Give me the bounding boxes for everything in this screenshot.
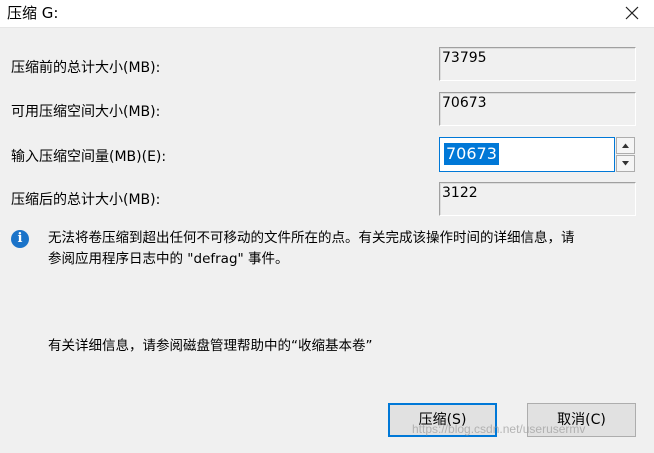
title-bar: 压缩 G: <box>0 0 654 28</box>
total-after-value: 3122 <box>442 185 478 201</box>
shrink-amount-input[interactable]: 70673 <box>439 137 615 172</box>
dialog-title: 压缩 G: <box>7 4 59 22</box>
caret-up-icon <box>622 143 629 148</box>
available-value-box: 70673 <box>439 92 636 126</box>
shrink-dialog: 压缩 G: 压缩前的总计大小(MB): 73795 可用压缩空间大小(MB): … <box>0 0 654 453</box>
shrink-amount-spinner[interactable]: 70673 <box>439 137 636 172</box>
close-button[interactable] <box>618 0 646 26</box>
available-label: 可用压缩空间大小(MB): <box>11 104 161 120</box>
available-value: 70673 <box>442 95 487 111</box>
total-after-value-box: 3122 <box>439 182 636 216</box>
info-message: 无法将卷压缩到超出任何不可移动的文件所在的点。有关完成该操作时间的详细信息，请 … <box>48 228 648 270</box>
total-before-value: 73795 <box>442 50 487 66</box>
info-line-1: 无法将卷压缩到超出任何不可移动的文件所在的点。有关完成该操作时间的详细信息，请 <box>48 230 575 246</box>
watermark: https://blog.csdn.net/userusermv <box>412 422 586 436</box>
total-after-label: 压缩后的总计大小(MB): <box>11 192 161 208</box>
spin-down-button[interactable] <box>616 155 635 172</box>
info-line-2: 参阅应用程序日志中的 "defrag" 事件。 <box>48 251 289 267</box>
caret-down-icon <box>622 161 629 166</box>
total-before-value-box: 73795 <box>439 47 636 81</box>
shrink-amount-value[interactable]: 70673 <box>444 143 499 165</box>
input-amount-label: 输入压缩空间量(MB)(E): <box>11 149 167 165</box>
info-icon: i <box>11 230 29 248</box>
total-before-label: 压缩前的总计大小(MB): <box>11 60 161 76</box>
close-icon <box>625 6 639 20</box>
spin-up-button[interactable] <box>616 137 635 154</box>
help-text: 有关详细信息，请参阅磁盘管理帮助中的“收缩基本卷” <box>48 338 373 354</box>
